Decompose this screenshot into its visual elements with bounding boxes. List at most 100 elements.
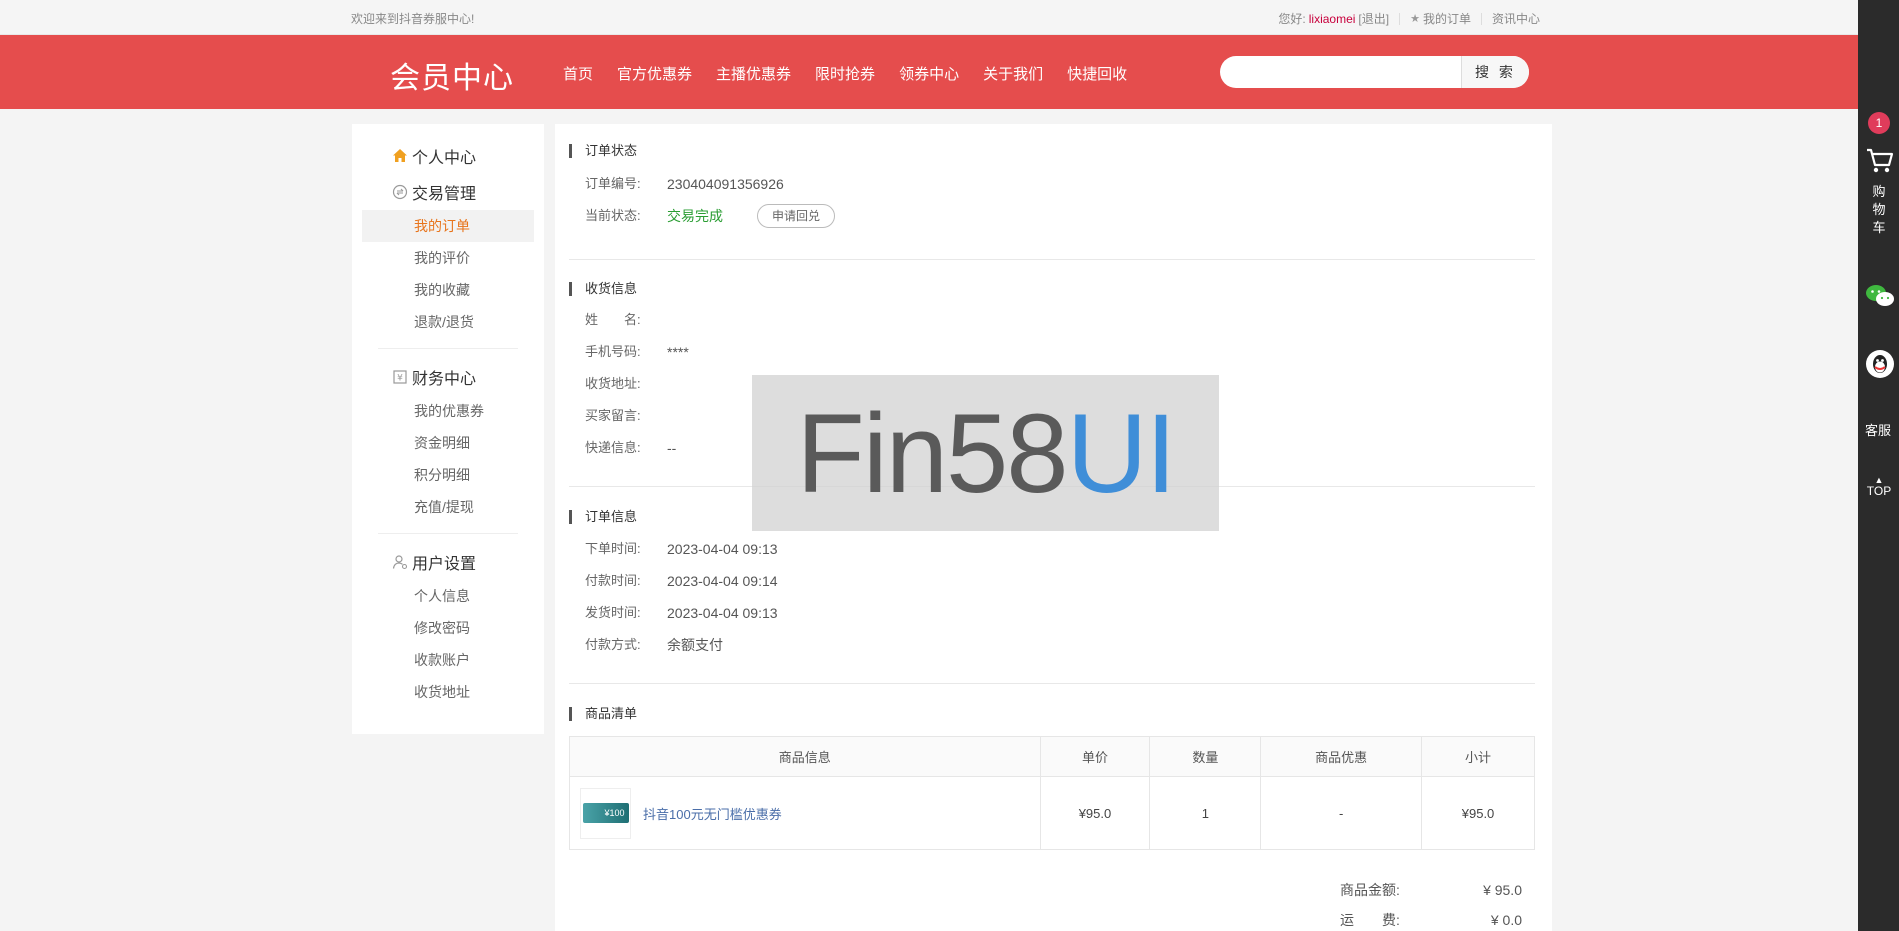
home-icon	[392, 148, 408, 164]
shipping-fee-value: ¥ 0.0	[1490, 912, 1522, 928]
express-label: 快递信息:	[585, 440, 641, 455]
order-time-row: 下单时间: 2023-04-04 09:13	[569, 533, 1535, 565]
goods-table: 商品信息 单价 数量 商品优惠 小计 ¥100 抖音100元无门槛优惠券 ¥95…	[569, 736, 1535, 850]
back-to-top-button[interactable]: ▲ TOP	[1866, 476, 1892, 499]
sidebar-item-recharge-withdraw[interactable]: 充值/提现	[352, 491, 544, 523]
search-box: 搜 索	[1220, 56, 1529, 88]
sidebar-personal-center[interactable]: 个人中心	[352, 138, 544, 174]
phone-row: 手机号码: ****	[569, 336, 1535, 368]
cart-count-badge: 1	[1868, 112, 1890, 134]
nav-coupon-center[interactable]: 领券中心	[899, 63, 959, 84]
order-time-value: 2023-04-04 09:13	[667, 541, 778, 557]
brand-title[interactable]: 会员中心	[390, 53, 514, 97]
message-label: 买家留言:	[585, 408, 641, 423]
sidebar-item-points-details[interactable]: 积分明细	[352, 459, 544, 491]
order-status-title: 订单状态	[569, 144, 1535, 158]
status-value: 交易完成	[667, 208, 723, 224]
svg-text:¥: ¥	[397, 374, 403, 384]
goods-title: 商品清单	[569, 707, 1535, 721]
sidebar-personal-label: 个人中心	[412, 150, 477, 167]
logout-link[interactable]: [退出]	[1358, 10, 1389, 27]
nav-official-coupons[interactable]: 官方优惠券	[617, 63, 692, 84]
sidebar-group-finance: ¥ 财务中心	[352, 359, 544, 395]
top-bar: 欢迎来到抖音券服中心! 您好: lixiaomei [退出] ★ 我的订单 资讯…	[0, 0, 1858, 35]
my-orders-link[interactable]: 我的订单	[1423, 10, 1471, 27]
phone-value: ****	[667, 344, 689, 360]
watermark-logo: Fin58 UI	[752, 375, 1219, 531]
discount-cell: -	[1260, 776, 1423, 850]
divider	[569, 683, 1535, 684]
subtotal-cell: ¥95.0	[1421, 776, 1535, 850]
wallet-icon: ¥	[392, 369, 408, 385]
goods-amount-label: 商品金额:	[1340, 882, 1400, 898]
pay-time-value: 2023-04-04 09:14	[667, 573, 778, 589]
nav-streamer-coupons[interactable]: 主播优惠券	[716, 63, 791, 84]
header: 会员中心 首页 官方优惠券 主播优惠券 限时抢券 领券中心 关于我们 快捷回收 …	[0, 35, 1858, 109]
exchange-icon	[392, 184, 408, 200]
sidebar-group-user: 用户设置	[352, 544, 544, 580]
address-label: 收货地址:	[585, 376, 641, 391]
name-label: 姓 名:	[585, 312, 641, 327]
name-row: 姓 名:	[569, 304, 1535, 336]
shipping-fee-label: 运 费:	[1340, 912, 1400, 928]
sidebar-item-fund-details[interactable]: 资金明细	[352, 427, 544, 459]
divider	[1399, 12, 1401, 25]
sidebar-item-personal-info[interactable]: 个人信息	[352, 580, 544, 612]
goods-name-link[interactable]: 抖音100元无门槛优惠券	[643, 804, 782, 823]
ship-time-label: 发货时间:	[585, 605, 641, 620]
nav-about[interactable]: 关于我们	[983, 63, 1043, 84]
sidebar-group-trade: 交易管理	[352, 174, 544, 210]
nav-quick-recycle[interactable]: 快捷回收	[1067, 63, 1127, 84]
order-no-row: 订单编号: 230404091356926	[569, 168, 1535, 200]
status-row: 当前状态: 交易完成 申请回兑	[569, 200, 1535, 232]
sidebar-item-shipping-address[interactable]: 收货地址	[352, 676, 544, 708]
username-link[interactable]: lixiaomei	[1309, 12, 1356, 26]
coupon-image: ¥100	[582, 803, 629, 823]
unit-price-cell: ¥95.0	[1039, 776, 1151, 850]
right-toolbar: 1 购物车 客服 ▲ TOP	[1858, 0, 1899, 931]
pay-time-label: 付款时间:	[585, 573, 641, 588]
divider	[378, 533, 518, 534]
header-discount: 商品优惠	[1260, 736, 1423, 777]
cart-label[interactable]: 购物车	[1871, 183, 1887, 237]
cart-icon[interactable]	[1866, 146, 1894, 176]
totals: 商品金额: ¥ 95.0 运 费: ¥ 0.0	[1340, 875, 1522, 931]
search-button[interactable]: 搜 索	[1461, 56, 1529, 88]
apply-redeem-button[interactable]: 申请回兑	[757, 204, 836, 228]
sidebar-group-trade-label: 交易管理	[412, 186, 477, 203]
goods-thumbnail[interactable]: ¥100	[580, 787, 631, 839]
pay-time-row: 付款时间: 2023-04-04 09:14	[569, 565, 1535, 597]
nav-home[interactable]: 首页	[563, 63, 593, 84]
search-input[interactable]	[1220, 56, 1461, 88]
order-status-section: 订单状态 订单编号: 230404091356926 当前状态: 交易完成 申请…	[569, 144, 1535, 232]
sidebar-item-refunds[interactable]: 退款/退货	[352, 306, 544, 338]
shipping-title: 收货信息	[569, 282, 1535, 296]
table-header-row: 商品信息 单价 数量 商品优惠 小计	[569, 736, 1535, 777]
wechat-icon[interactable]	[1864, 280, 1896, 312]
customer-service-link[interactable]: 客服	[1865, 420, 1891, 439]
order-info-section: 订单信息 下单时间: 2023-04-04 09:13 付款时间: 2023-0…	[569, 510, 1535, 661]
sidebar-item-payment-account[interactable]: 收款账户	[352, 644, 544, 676]
qq-icon[interactable]	[1866, 350, 1894, 378]
sidebar-item-my-favorites[interactable]: 我的收藏	[352, 274, 544, 306]
sidebar: 个人中心 交易管理 我的订单 我的评价 我的收藏 退款/退货 ¥ 财务中心 我的…	[352, 124, 544, 734]
goods-info-cell: ¥100 抖音100元无门槛优惠券	[569, 776, 1041, 850]
main-nav: 首页 官方优惠券 主播优惠券 限时抢券 领券中心 关于我们 快捷回收	[563, 63, 1151, 84]
header-quantity: 数量	[1149, 736, 1262, 777]
sidebar-item-my-reviews[interactable]: 我的评价	[352, 242, 544, 274]
status-label: 当前状态:	[585, 208, 641, 223]
sidebar-item-my-coupons[interactable]: 我的优惠券	[352, 395, 544, 427]
shipping-fee-row: 运 费: ¥ 0.0	[1340, 905, 1522, 931]
header-subtotal: 小计	[1421, 736, 1535, 777]
news-link[interactable]: 资讯中心	[1492, 10, 1540, 27]
phone-label: 手机号码:	[585, 344, 641, 359]
pay-method-label: 付款方式:	[585, 637, 641, 652]
sidebar-item-my-orders[interactable]: 我的订单	[362, 210, 534, 242]
nav-flash-sale[interactable]: 限时抢券	[815, 63, 875, 84]
divider	[378, 348, 518, 349]
sidebar-item-change-password[interactable]: 修改密码	[352, 612, 544, 644]
back-to-top-label: TOP	[1866, 484, 1892, 498]
watermark-text-2: UI	[1066, 390, 1177, 516]
sidebar-group-user-label: 用户设置	[412, 556, 477, 573]
goods-amount-row: 商品金额: ¥ 95.0	[1340, 875, 1522, 905]
